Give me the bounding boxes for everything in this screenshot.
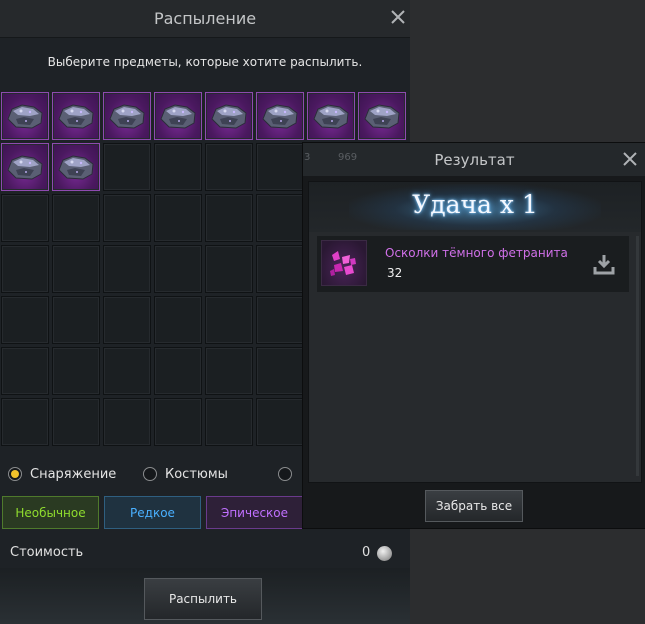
item-slot-empty[interactable] bbox=[103, 143, 151, 191]
disassemble-button[interactable]: Распылить bbox=[144, 578, 262, 620]
window-title: Распыление bbox=[153, 9, 257, 28]
ore-chunk-icon bbox=[310, 99, 352, 133]
ore-chunk-icon bbox=[259, 99, 301, 133]
ore-chunk-icon bbox=[55, 99, 97, 133]
item-slot-filled[interactable] bbox=[1, 92, 49, 140]
window-titlebar: Распыление bbox=[0, 0, 410, 38]
radio-dot-selected bbox=[8, 467, 22, 481]
ore-chunk-icon bbox=[157, 99, 199, 133]
result-panel: Удача x 1 Осколки тёмного фетранита 32 bbox=[308, 181, 642, 483]
background-number: 969 bbox=[338, 152, 358, 163]
item-slot-empty[interactable] bbox=[52, 245, 100, 293]
item-slot-filled[interactable] bbox=[103, 92, 151, 140]
radio-dot bbox=[143, 467, 157, 481]
item-slot-empty[interactable] bbox=[256, 296, 304, 344]
silver-coin-icon bbox=[377, 546, 392, 561]
item-slot-empty[interactable] bbox=[154, 296, 202, 344]
radio-dot bbox=[278, 467, 292, 481]
luck-text: Удача x 1 bbox=[412, 190, 538, 219]
reward-row[interactable]: Осколки тёмного фетранита 32 bbox=[317, 236, 629, 292]
filter-uncommon-button[interactable]: Необычное bbox=[2, 496, 99, 529]
radio-label: Костюмы bbox=[165, 466, 228, 482]
item-slot-empty[interactable] bbox=[205, 347, 253, 395]
item-slot-empty[interactable] bbox=[256, 347, 304, 395]
close-icon[interactable] bbox=[621, 150, 639, 168]
item-slot-empty[interactable] bbox=[52, 296, 100, 344]
close-icon[interactable] bbox=[389, 8, 407, 26]
filter-epic-button[interactable]: Эпическое bbox=[206, 496, 303, 529]
item-slot-empty[interactable] bbox=[154, 245, 202, 293]
item-slot-empty[interactable] bbox=[1, 296, 49, 344]
item-slot-empty[interactable] bbox=[256, 143, 304, 191]
item-slot-filled[interactable] bbox=[358, 92, 406, 140]
crystal-shards-icon bbox=[321, 240, 367, 286]
item-slot-empty[interactable] bbox=[256, 194, 304, 242]
item-slot-empty[interactable] bbox=[205, 143, 253, 191]
item-slot-filled[interactable] bbox=[52, 92, 100, 140]
item-slot-empty[interactable] bbox=[52, 347, 100, 395]
item-slot-empty[interactable] bbox=[205, 194, 253, 242]
ore-chunk-icon bbox=[208, 99, 250, 133]
radio-costumes[interactable]: Костюмы bbox=[143, 458, 228, 490]
item-slot-empty[interactable] bbox=[154, 143, 202, 191]
reward-name: Осколки тёмного фетранита bbox=[385, 246, 568, 260]
item-slot-empty[interactable] bbox=[205, 398, 253, 446]
item-slot-filled[interactable] bbox=[307, 92, 355, 140]
background-number: 3 bbox=[304, 152, 311, 163]
item-slot-filled[interactable] bbox=[205, 92, 253, 140]
download-icon[interactable] bbox=[593, 253, 615, 275]
item-slot-empty[interactable] bbox=[1, 347, 49, 395]
item-slot-empty[interactable] bbox=[154, 398, 202, 446]
take-all-button[interactable]: Забрать все bbox=[425, 490, 523, 522]
luck-banner: Удача x 1 bbox=[309, 182, 641, 232]
item-slot-filled[interactable] bbox=[256, 92, 304, 140]
item-slot-empty[interactable] bbox=[103, 194, 151, 242]
result-window: Результат Удача x 1 Осколки тёмного фетр… bbox=[302, 142, 645, 529]
reward-quantity: 32 bbox=[387, 266, 403, 280]
item-slot-empty[interactable] bbox=[154, 194, 202, 242]
scrollbar[interactable] bbox=[636, 236, 639, 476]
item-slot-empty[interactable] bbox=[52, 194, 100, 242]
item-slot-empty[interactable] bbox=[256, 245, 304, 293]
item-slot-empty[interactable] bbox=[103, 347, 151, 395]
item-slot-empty[interactable] bbox=[205, 296, 253, 344]
cost-label: Стоимость bbox=[10, 545, 84, 560]
item-slot-filled[interactable] bbox=[1, 143, 49, 191]
item-slot-filled[interactable] bbox=[154, 92, 202, 140]
cost-value: 0 bbox=[362, 545, 371, 560]
filter-rare-button[interactable]: Редкое bbox=[104, 496, 201, 529]
item-slot-empty[interactable] bbox=[1, 398, 49, 446]
item-slot-empty[interactable] bbox=[1, 194, 49, 242]
item-slot-empty[interactable] bbox=[103, 398, 151, 446]
radio-label: Снаряжение bbox=[30, 466, 117, 482]
radio-other[interactable] bbox=[278, 458, 300, 490]
radio-equipment[interactable]: Снаряжение bbox=[8, 458, 116, 490]
ore-chunk-icon bbox=[4, 150, 46, 184]
item-slot-empty[interactable] bbox=[52, 398, 100, 446]
item-slot-filled[interactable] bbox=[52, 143, 100, 191]
item-slot-empty[interactable] bbox=[103, 296, 151, 344]
item-slot-empty[interactable] bbox=[103, 245, 151, 293]
instruction-text: Выберите предметы, которые хотите распыл… bbox=[47, 55, 363, 69]
ore-chunk-icon bbox=[4, 99, 46, 133]
item-slot-empty[interactable] bbox=[205, 245, 253, 293]
item-slot-empty[interactable] bbox=[256, 398, 304, 446]
item-slot-empty[interactable] bbox=[154, 347, 202, 395]
ore-chunk-icon bbox=[106, 99, 148, 133]
ore-chunk-icon bbox=[55, 150, 97, 184]
ore-chunk-icon bbox=[361, 99, 403, 133]
item-slot-empty[interactable] bbox=[1, 245, 49, 293]
